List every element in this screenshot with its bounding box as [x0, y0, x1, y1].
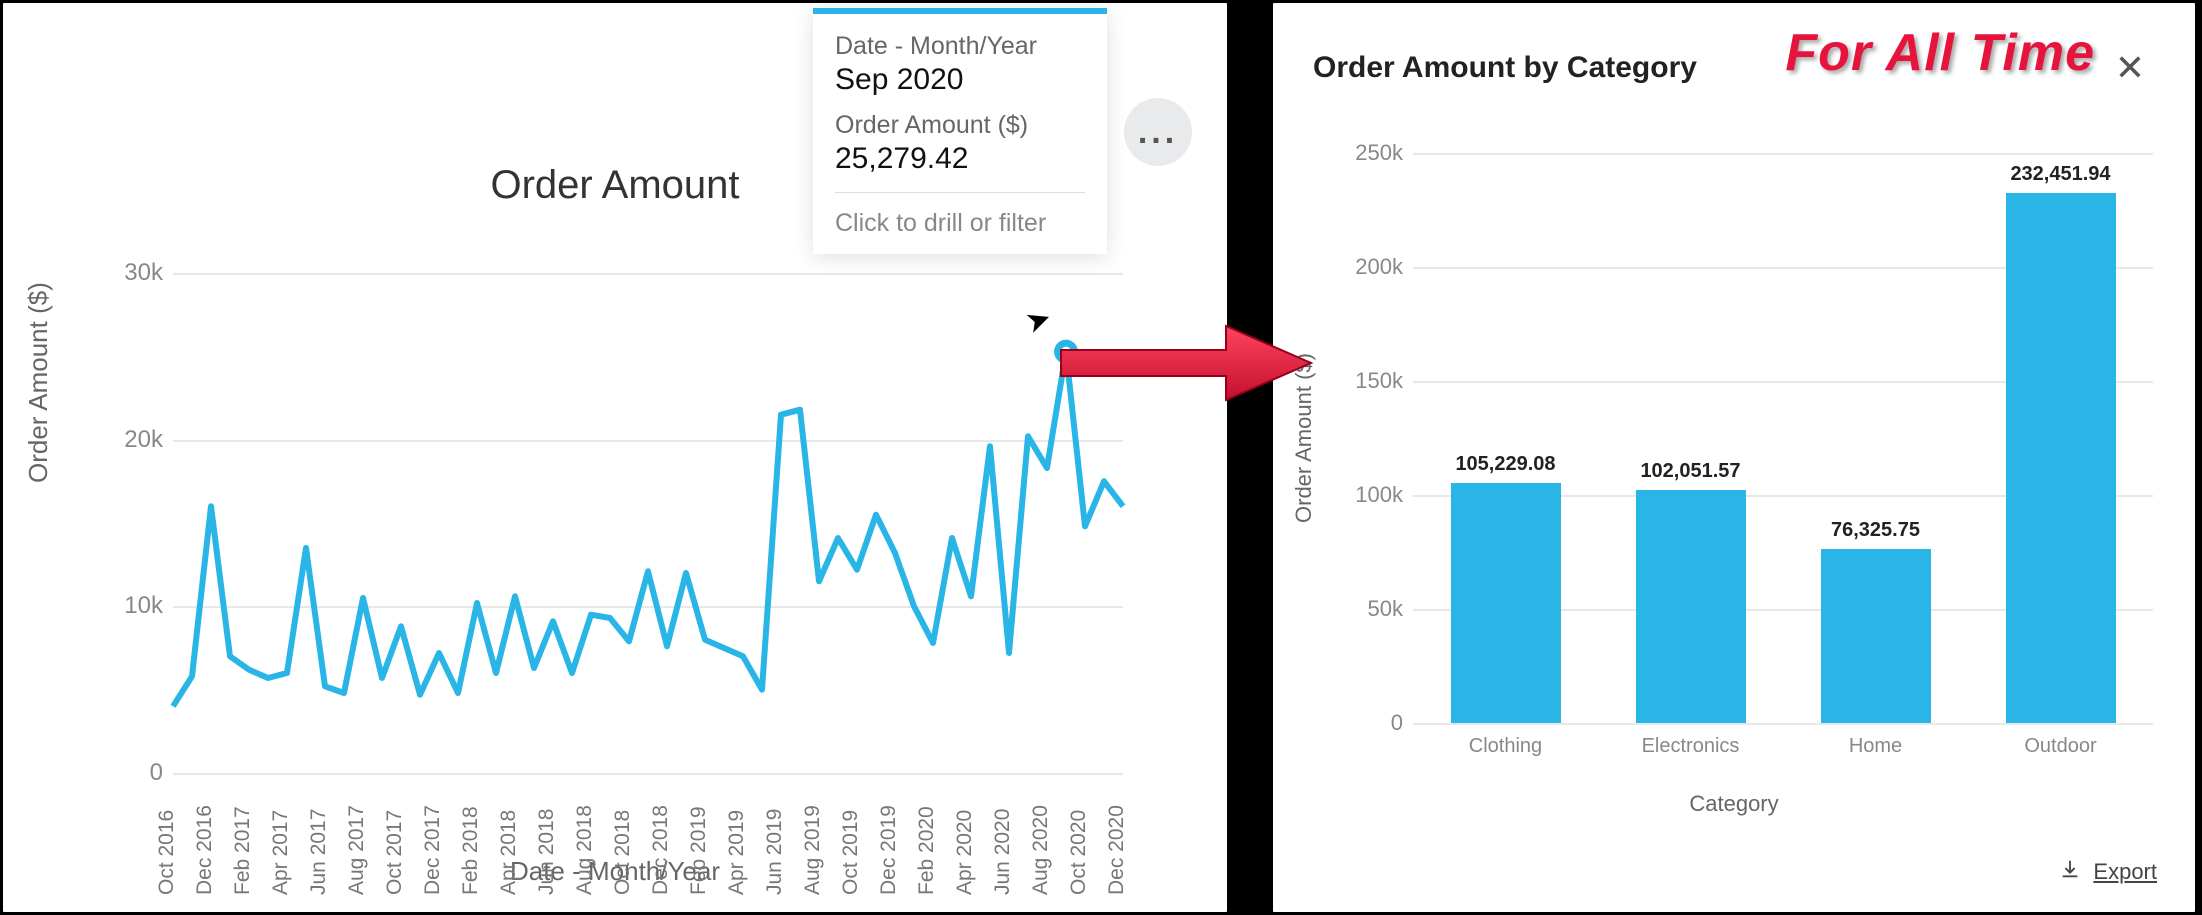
export-button[interactable]: Export — [2059, 858, 2157, 886]
tooltip-field-value: Sep 2020 — [835, 63, 1085, 97]
x-tick: Dec 2020 — [1105, 805, 1129, 895]
x-tick: Aug 2017 — [345, 805, 369, 895]
bar-value-label: 105,229.08 — [1421, 453, 1591, 476]
red-arrow-icon — [1056, 318, 1316, 408]
x-tick: Aug 2020 — [1029, 805, 1053, 895]
x-tick: Dec 2018 — [649, 805, 673, 895]
bar-chart-x-axis-label: Category — [1273, 791, 2195, 817]
tooltip-field-label: Order Amount ($) — [835, 111, 1085, 140]
x-tick: Oct 2016 — [155, 810, 179, 895]
y-tick: 30k — [103, 259, 163, 287]
line-chart-y-axis-label: Order Amount ($) — [23, 282, 54, 483]
bar-value-label: 102,051.57 — [1606, 460, 1776, 483]
bar-category-label: Clothing — [1421, 735, 1591, 758]
bar-category-label: Outdoor — [1976, 735, 2146, 758]
x-tick: Apr 2019 — [725, 810, 749, 895]
x-tick: Dec 2019 — [877, 805, 901, 895]
y-tick: 150k — [1333, 368, 1403, 394]
x-tick: Dec 2017 — [421, 805, 445, 895]
bar[interactable] — [1451, 483, 1561, 723]
export-label: Export — [2093, 859, 2157, 885]
x-tick: Apr 2020 — [953, 810, 977, 895]
bar-chart-plot[interactable]: 050k100k150k200k250k105,229.08Clothing10… — [1413, 153, 2153, 723]
x-tick: Apr 2018 — [497, 810, 521, 895]
y-tick: 10k — [103, 592, 163, 620]
x-tick: Oct 2018 — [611, 810, 635, 895]
x-tick: Dec 2016 — [193, 805, 217, 895]
x-tick: Jun 2019 — [763, 809, 787, 895]
x-tick: Apr 2017 — [269, 810, 293, 895]
x-tick: Aug 2019 — [801, 805, 825, 895]
bar-value-label: 76,325.75 — [1791, 519, 1961, 542]
y-tick: 50k — [1333, 596, 1403, 622]
bar[interactable] — [2006, 193, 2116, 723]
x-tick: Feb 2020 — [915, 806, 939, 895]
x-tick: Aug 2018 — [573, 805, 597, 895]
bar-value-label: 232,451.94 — [1976, 163, 2146, 186]
x-tick: Jun 2020 — [991, 809, 1015, 895]
y-tick: 20k — [103, 426, 163, 454]
for-all-time-annotation: For All Time — [1785, 23, 2095, 83]
bar-category-label: Home — [1791, 735, 1961, 758]
y-tick: 250k — [1333, 140, 1403, 166]
x-tick: Feb 2018 — [459, 806, 483, 895]
x-tick: Feb 2017 — [231, 806, 255, 895]
bar-chart-title: Order Amount by Category — [1313, 51, 1697, 85]
line-chart-panel: ... Order Amount Order Amount ($) Date -… — [0, 0, 1230, 915]
bar[interactable] — [1821, 549, 1931, 723]
x-tick: Oct 2020 — [1067, 810, 1091, 895]
bar-chart-panel: Order Amount by Category ✕ For All Time … — [1270, 0, 2198, 915]
bar-category-label: Electronics — [1606, 735, 1776, 758]
y-tick: 100k — [1333, 482, 1403, 508]
download-icon — [2059, 858, 2081, 886]
more-menu-button[interactable]: ... — [1124, 98, 1192, 166]
y-tick: 0 — [103, 759, 163, 787]
y-tick: 200k — [1333, 254, 1403, 280]
chart-tooltip[interactable]: Date - Month/Year Sep 2020 Order Amount … — [813, 8, 1107, 254]
x-tick: Jun 2018 — [535, 809, 559, 895]
x-tick: Jun 2017 — [307, 809, 331, 895]
x-tick: Feb 2019 — [687, 806, 711, 895]
tooltip-hint: Click to drill or filter — [835, 209, 1085, 238]
line-chart-plot[interactable]: 010k20k30k — [173, 273, 1123, 773]
bar[interactable] — [1636, 490, 1746, 723]
x-tick: Oct 2017 — [383, 810, 407, 895]
tooltip-field-label: Date - Month/Year — [835, 32, 1085, 61]
tooltip-field-value: 25,279.42 — [835, 142, 1085, 176]
x-tick: Oct 2019 — [839, 810, 863, 895]
y-tick: 0 — [1333, 710, 1403, 736]
close-icon[interactable]: ✕ — [2105, 43, 2155, 93]
